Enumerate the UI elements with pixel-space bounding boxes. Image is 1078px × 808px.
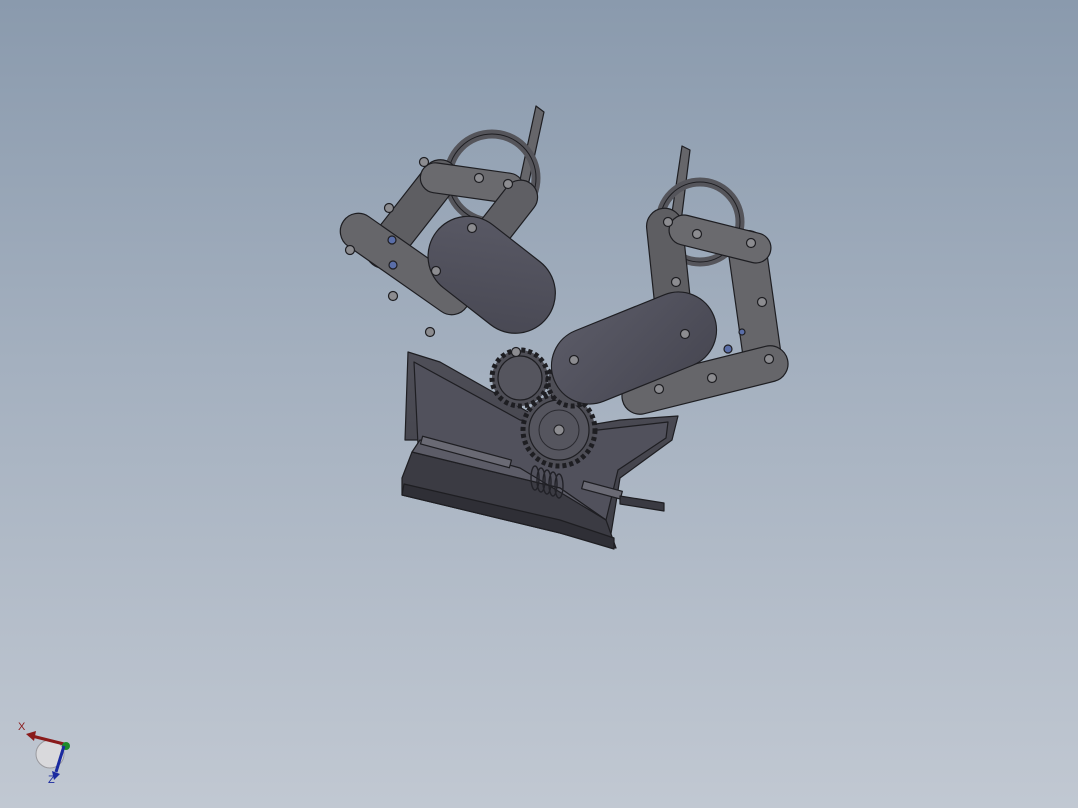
idler-gear [489,347,551,409]
right-finger [550,145,789,415]
triad-z-label: Z [48,774,55,786]
graphics-viewport[interactable]: X Z [0,0,1078,808]
triad-x-arrow-icon [26,731,36,741]
gripper-model[interactable] [0,0,1078,808]
left-finger [339,105,556,358]
triad-x-label: X [18,721,26,733]
